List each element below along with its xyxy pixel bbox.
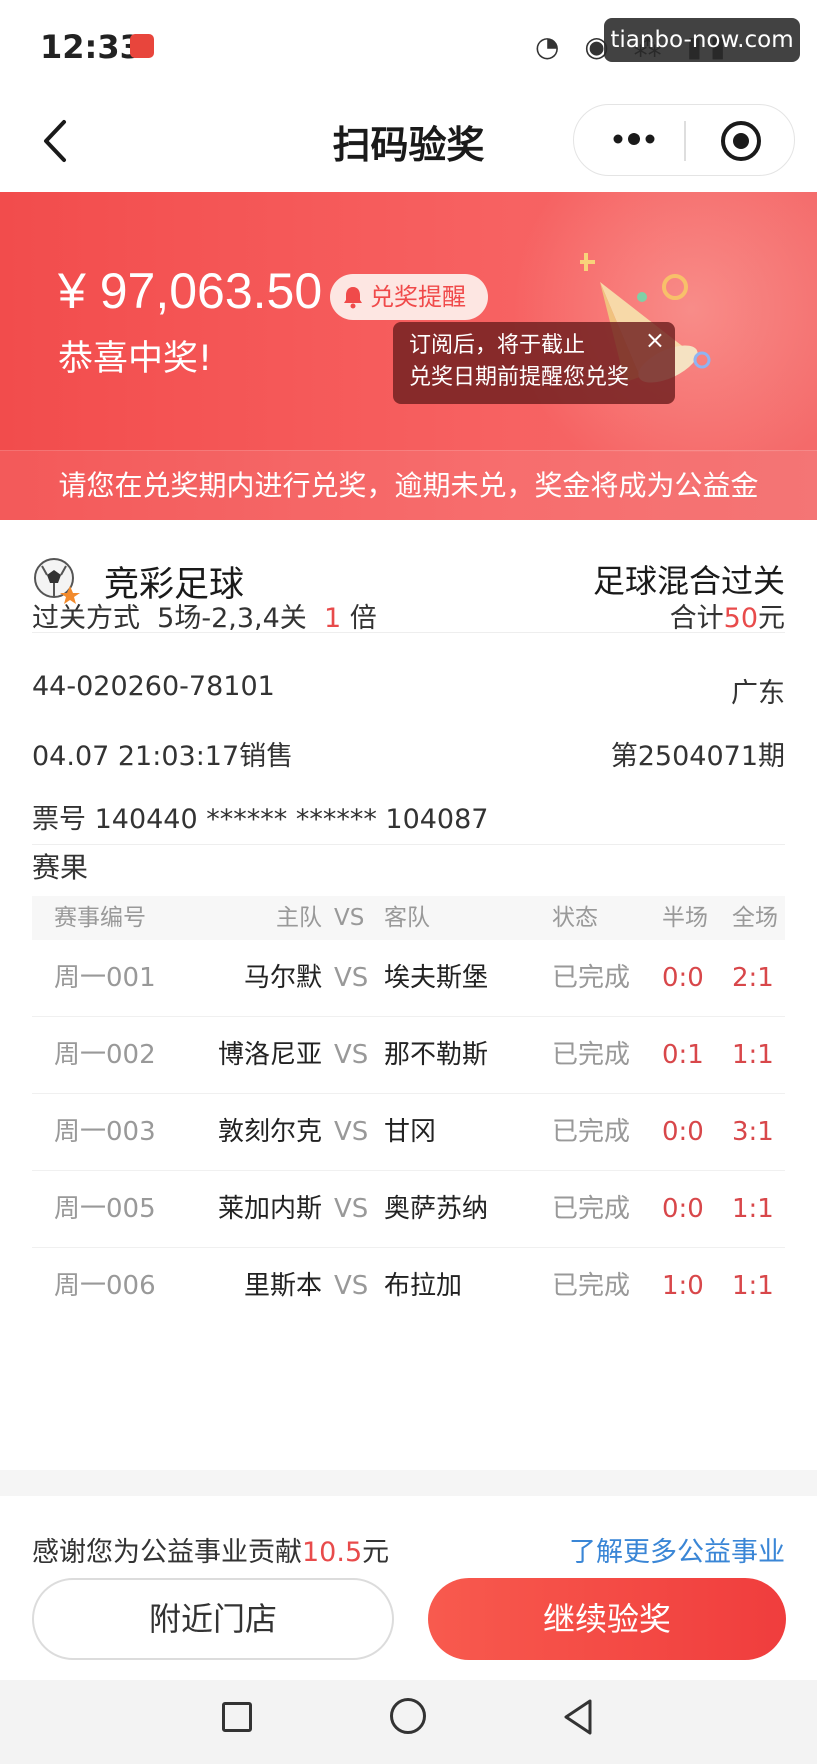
tooltip-line-1: 订阅后，将于截止: [409, 333, 586, 358]
match-id: 周一006: [54, 1271, 156, 1301]
charity-unit: 元: [362, 1537, 390, 1568]
away-team: 埃夫斯堡: [384, 963, 489, 993]
col-header-id: 赛事编号: [54, 905, 146, 931]
congrats-text: 恭喜中奖!: [58, 339, 213, 379]
status-bar: 12:33 ◔ ◉ ⁂ ▮▮ tianbo-now.com: [0, 0, 817, 92]
multiplier: 1: [323, 603, 342, 634]
section-gap: [0, 1470, 817, 1496]
match-status: 已完成: [552, 1040, 631, 1070]
col-header-full: 全场: [732, 905, 778, 931]
vs-label: VS: [334, 1040, 369, 1070]
full-time-score: 1:1: [732, 1271, 774, 1301]
total-amount: 合计50元: [670, 596, 785, 635]
system-nav-bar: [0, 1680, 817, 1764]
results-table: 赛事编号 主队 VS 客队 状态 半场 全场 周一001 马尔默 VS 埃夫斯堡…: [32, 896, 785, 1325]
tooltip-line-2: 兑奖日期前提醒您兑奖: [409, 365, 630, 390]
results-table-header: 赛事编号 主队 VS 客队 状态 半场 全场: [32, 896, 785, 940]
prize-banner: ¥ 97,063.50 兑奖提醒 恭喜中奖! 订阅后，将于截止 兑奖日期前提醒您…: [0, 192, 817, 520]
results-title: 赛果: [32, 851, 89, 884]
table-row: 周一005 莱加内斯 VS 奥萨苏纳 已完成 0:0 1:1: [32, 1171, 785, 1248]
target-icon[interactable]: [719, 119, 763, 163]
reminder-tooltip: 订阅后，将于截止 兑奖日期前提醒您兑奖 ×: [393, 322, 675, 404]
table-row: 周一002 博洛尼亚 VS 那不勒斯 已完成 0:1 1:1: [32, 1017, 785, 1094]
footer-bar: 感谢您为公益事业贡献10.5元 了解更多公益事业 附近门店 继续验奖: [0, 1496, 817, 1680]
app-notification-icon: [130, 34, 154, 58]
status-time: 12:33: [40, 28, 142, 66]
pass-label: 过关方式: [32, 603, 140, 634]
vs-label: VS: [334, 1271, 369, 1301]
total-unit: 元: [758, 603, 785, 634]
charity-amount: 10.5: [302, 1537, 363, 1568]
away-team: 布拉加: [384, 1271, 463, 1301]
full-time-score: 2:1: [732, 963, 774, 993]
total-value: 50: [723, 603, 758, 634]
half-time-score: 0:0: [662, 1194, 704, 1224]
away-team: 奥萨苏纳: [384, 1194, 489, 1224]
continue-verify-button[interactable]: 继续验奖: [428, 1578, 786, 1660]
charity-prefix: 感谢您为公益事业贡献: [32, 1537, 302, 1568]
table-row: 周一001 马尔默 VS 埃夫斯堡 已完成 0:0 2:1: [32, 940, 785, 1017]
half-time-score: 0:1: [662, 1040, 704, 1070]
bell-icon: [344, 287, 362, 309]
away-team: 甘冈: [384, 1117, 437, 1147]
divider: [32, 844, 785, 845]
col-header-vs: VS: [334, 905, 365, 931]
col-header-home: 主队: [276, 905, 322, 931]
col-header-away: 客队: [384, 905, 430, 931]
redemption-notice: 请您在兑奖期内进行兑奖，逾期未兑，奖金将成为公益金: [0, 450, 817, 520]
watermark: tianbo-now.com: [604, 18, 800, 62]
back-triangle-icon[interactable]: [562, 1698, 594, 1736]
full-time-score: 1:1: [732, 1040, 774, 1070]
mini-program-capsule: [573, 104, 795, 176]
total-label: 合计: [669, 603, 724, 634]
half-time-score: 0:0: [662, 1117, 704, 1147]
ticket-province: 广东: [731, 678, 785, 709]
multiplier-unit: 倍: [349, 603, 377, 634]
home-team: 莱加内斯: [217, 1194, 322, 1224]
match-id: 周一001: [54, 963, 156, 993]
pass-value: 5场-2,3,4关: [157, 603, 307, 634]
ticket-number: 票号 140440 ****** ****** 104087: [32, 804, 489, 835]
half-time-score: 1:0: [662, 1271, 704, 1301]
more-dots-icon[interactable]: [604, 119, 664, 159]
match-status: 已完成: [552, 1194, 631, 1224]
charity-learn-more-link[interactable]: 了解更多公益事业: [569, 1530, 785, 1569]
match-status: 已完成: [552, 1271, 631, 1301]
table-row: 周一006 里斯本 VS 布拉加 已完成 1:0 1:1: [32, 1248, 785, 1325]
sale-time: 04.07 21:03:17销售: [32, 741, 294, 772]
col-header-half: 半场: [662, 905, 708, 931]
pass-method: 过关方式 5场-2,3,4关 1 倍: [32, 596, 377, 635]
col-header-status: 状态: [552, 905, 598, 931]
issue-number: 第2504071期: [610, 741, 785, 772]
ticket-card: 竞彩足球 足球混合过关 过关方式 5场-2,3,4关 1 倍 合计50元 44-…: [0, 520, 817, 1470]
match-status: 已完成: [552, 1117, 631, 1147]
match-id: 周一003: [54, 1117, 156, 1147]
match-id: 周一005: [54, 1194, 156, 1224]
nearby-stores-button[interactable]: 附近门店: [32, 1578, 394, 1660]
home-team: 敦刻尔克: [217, 1117, 322, 1147]
match-id: 周一002: [54, 1040, 156, 1070]
match-status: 已完成: [552, 963, 631, 993]
vs-label: VS: [334, 1117, 369, 1147]
table-row: 周一003 敦刻尔克 VS 甘冈 已完成 0:0 3:1: [32, 1094, 785, 1171]
half-time-score: 0:0: [662, 963, 704, 993]
recent-apps-icon[interactable]: [222, 1702, 252, 1732]
full-time-score: 3:1: [732, 1117, 774, 1147]
prize-reminder-button[interactable]: 兑奖提醒: [330, 274, 488, 320]
charity-contribution: 感谢您为公益事业贡献10.5元: [32, 1530, 389, 1569]
capsule-divider: [684, 121, 686, 161]
home-team: 里斯本: [243, 1271, 322, 1301]
prize-reminder-label: 兑奖提醒: [370, 283, 466, 311]
page-header: 扫码验奖: [0, 92, 817, 192]
ticket-serial: 44-020260-78101: [32, 671, 275, 702]
prize-amount: ¥ 97,063.50: [58, 263, 323, 319]
home-icon[interactable]: [390, 1698, 426, 1734]
vs-label: VS: [334, 963, 369, 993]
home-team: 博洛尼亚: [217, 1040, 322, 1070]
away-team: 那不勒斯: [384, 1040, 489, 1070]
close-icon[interactable]: ×: [645, 324, 665, 356]
vs-label: VS: [334, 1194, 369, 1224]
home-team: 马尔默: [243, 963, 322, 993]
full-time-score: 1:1: [732, 1194, 774, 1224]
